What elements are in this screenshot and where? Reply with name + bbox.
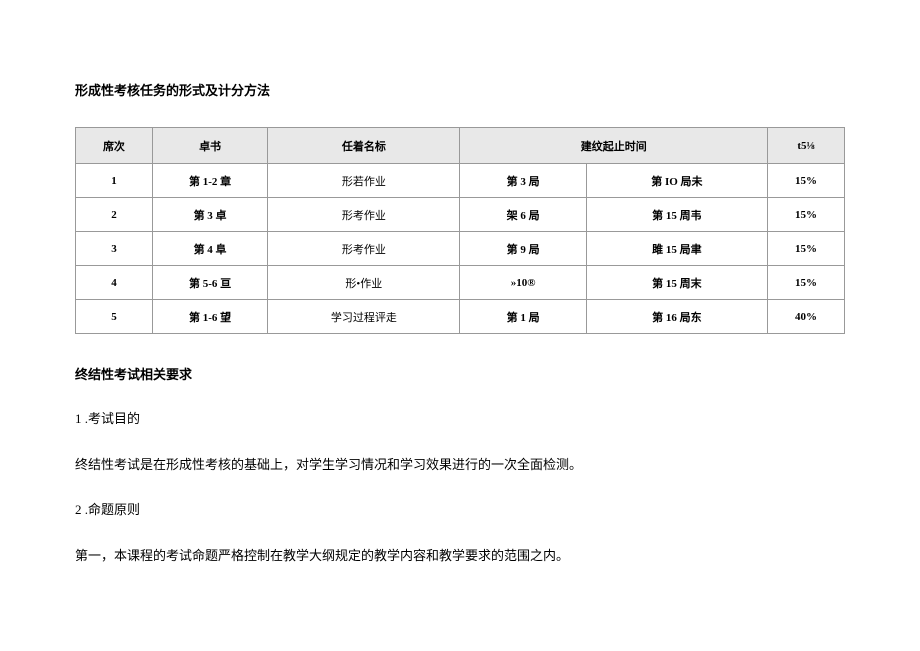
cell: 15% (768, 232, 845, 266)
paragraph: 2 .命题原则 (75, 500, 845, 520)
cell: 第 15 周末 (586, 266, 767, 300)
cell: 第 IO 局未 (586, 164, 767, 198)
cell: 2 (76, 198, 153, 232)
table-row: 5 第 1-6 望 学习过程评走 第 1 局 第 16 局东 40% (76, 300, 845, 334)
col-header-1: 席次 (76, 128, 153, 164)
cell: 1 (76, 164, 153, 198)
main-heading: 形成性考核任务的形式及计分方法 (75, 80, 845, 99)
table-row: 2 第 3 卓 形考作业 架 6 局 第 15 周韦 15% (76, 198, 845, 232)
col-header-4: 建纹起止时间 (460, 128, 768, 164)
assessment-table: 席次 卓书 任着名标 建纹起止时间 t5⅛ 1 第 1-2 章 形若作业 第 3… (75, 127, 845, 334)
table-row: 3 第 4 阜 形考作业 第 9 局 雎 15 局聿 15% (76, 232, 845, 266)
cell: 雎 15 局聿 (586, 232, 767, 266)
cell: 第 9 局 (460, 232, 586, 266)
header-row: 席次 卓书 任着名标 建纹起止时间 t5⅛ (76, 128, 845, 164)
table-row: 1 第 1-2 章 形若作业 第 3 局 第 IO 局未 15% (76, 164, 845, 198)
cell: 3 (76, 232, 153, 266)
cell: 第 4 阜 (152, 232, 267, 266)
cell: 第 3 局 (460, 164, 586, 198)
cell: »10® (460, 266, 586, 300)
cell: 5 (76, 300, 153, 334)
cell: 形•作业 (268, 266, 460, 300)
cell: 形若作业 (268, 164, 460, 198)
cell: 15% (768, 266, 845, 300)
cell: 15% (768, 164, 845, 198)
cell: 第 1 局 (460, 300, 586, 334)
cell: 40% (768, 300, 845, 334)
cell: 第 1-6 望 (152, 300, 267, 334)
cell: 第 16 局东 (586, 300, 767, 334)
col-header-2: 卓书 (152, 128, 267, 164)
cell: 形考作业 (268, 198, 460, 232)
col-header-5: t5⅛ (768, 128, 845, 164)
paragraph: 1 .考试目的 (75, 409, 845, 429)
cell: 第 3 卓 (152, 198, 267, 232)
cell: 4 (76, 266, 153, 300)
cell: 第 15 周韦 (586, 198, 767, 232)
col-header-3: 任着名标 (268, 128, 460, 164)
cell: 第 5-6 亘 (152, 266, 267, 300)
cell: 第 1-2 章 (152, 164, 267, 198)
cell: 架 6 局 (460, 198, 586, 232)
cell: 学习过程评走 (268, 300, 460, 334)
cell: 15% (768, 198, 845, 232)
paragraph: 第一，本课程的考试命题严格控制在教学大纲规定的教学内容和教学要求的范围之内。 (75, 546, 845, 566)
cell: 形考作业 (268, 232, 460, 266)
section-heading: 终结性考试相关要求 (75, 364, 845, 383)
table-row: 4 第 5-6 亘 形•作业 »10® 第 15 周末 15% (76, 266, 845, 300)
paragraph: 终结性考试是在形成性考核的基础上，对学生学习情况和学习效果进行的一次全面检测。 (75, 455, 845, 475)
